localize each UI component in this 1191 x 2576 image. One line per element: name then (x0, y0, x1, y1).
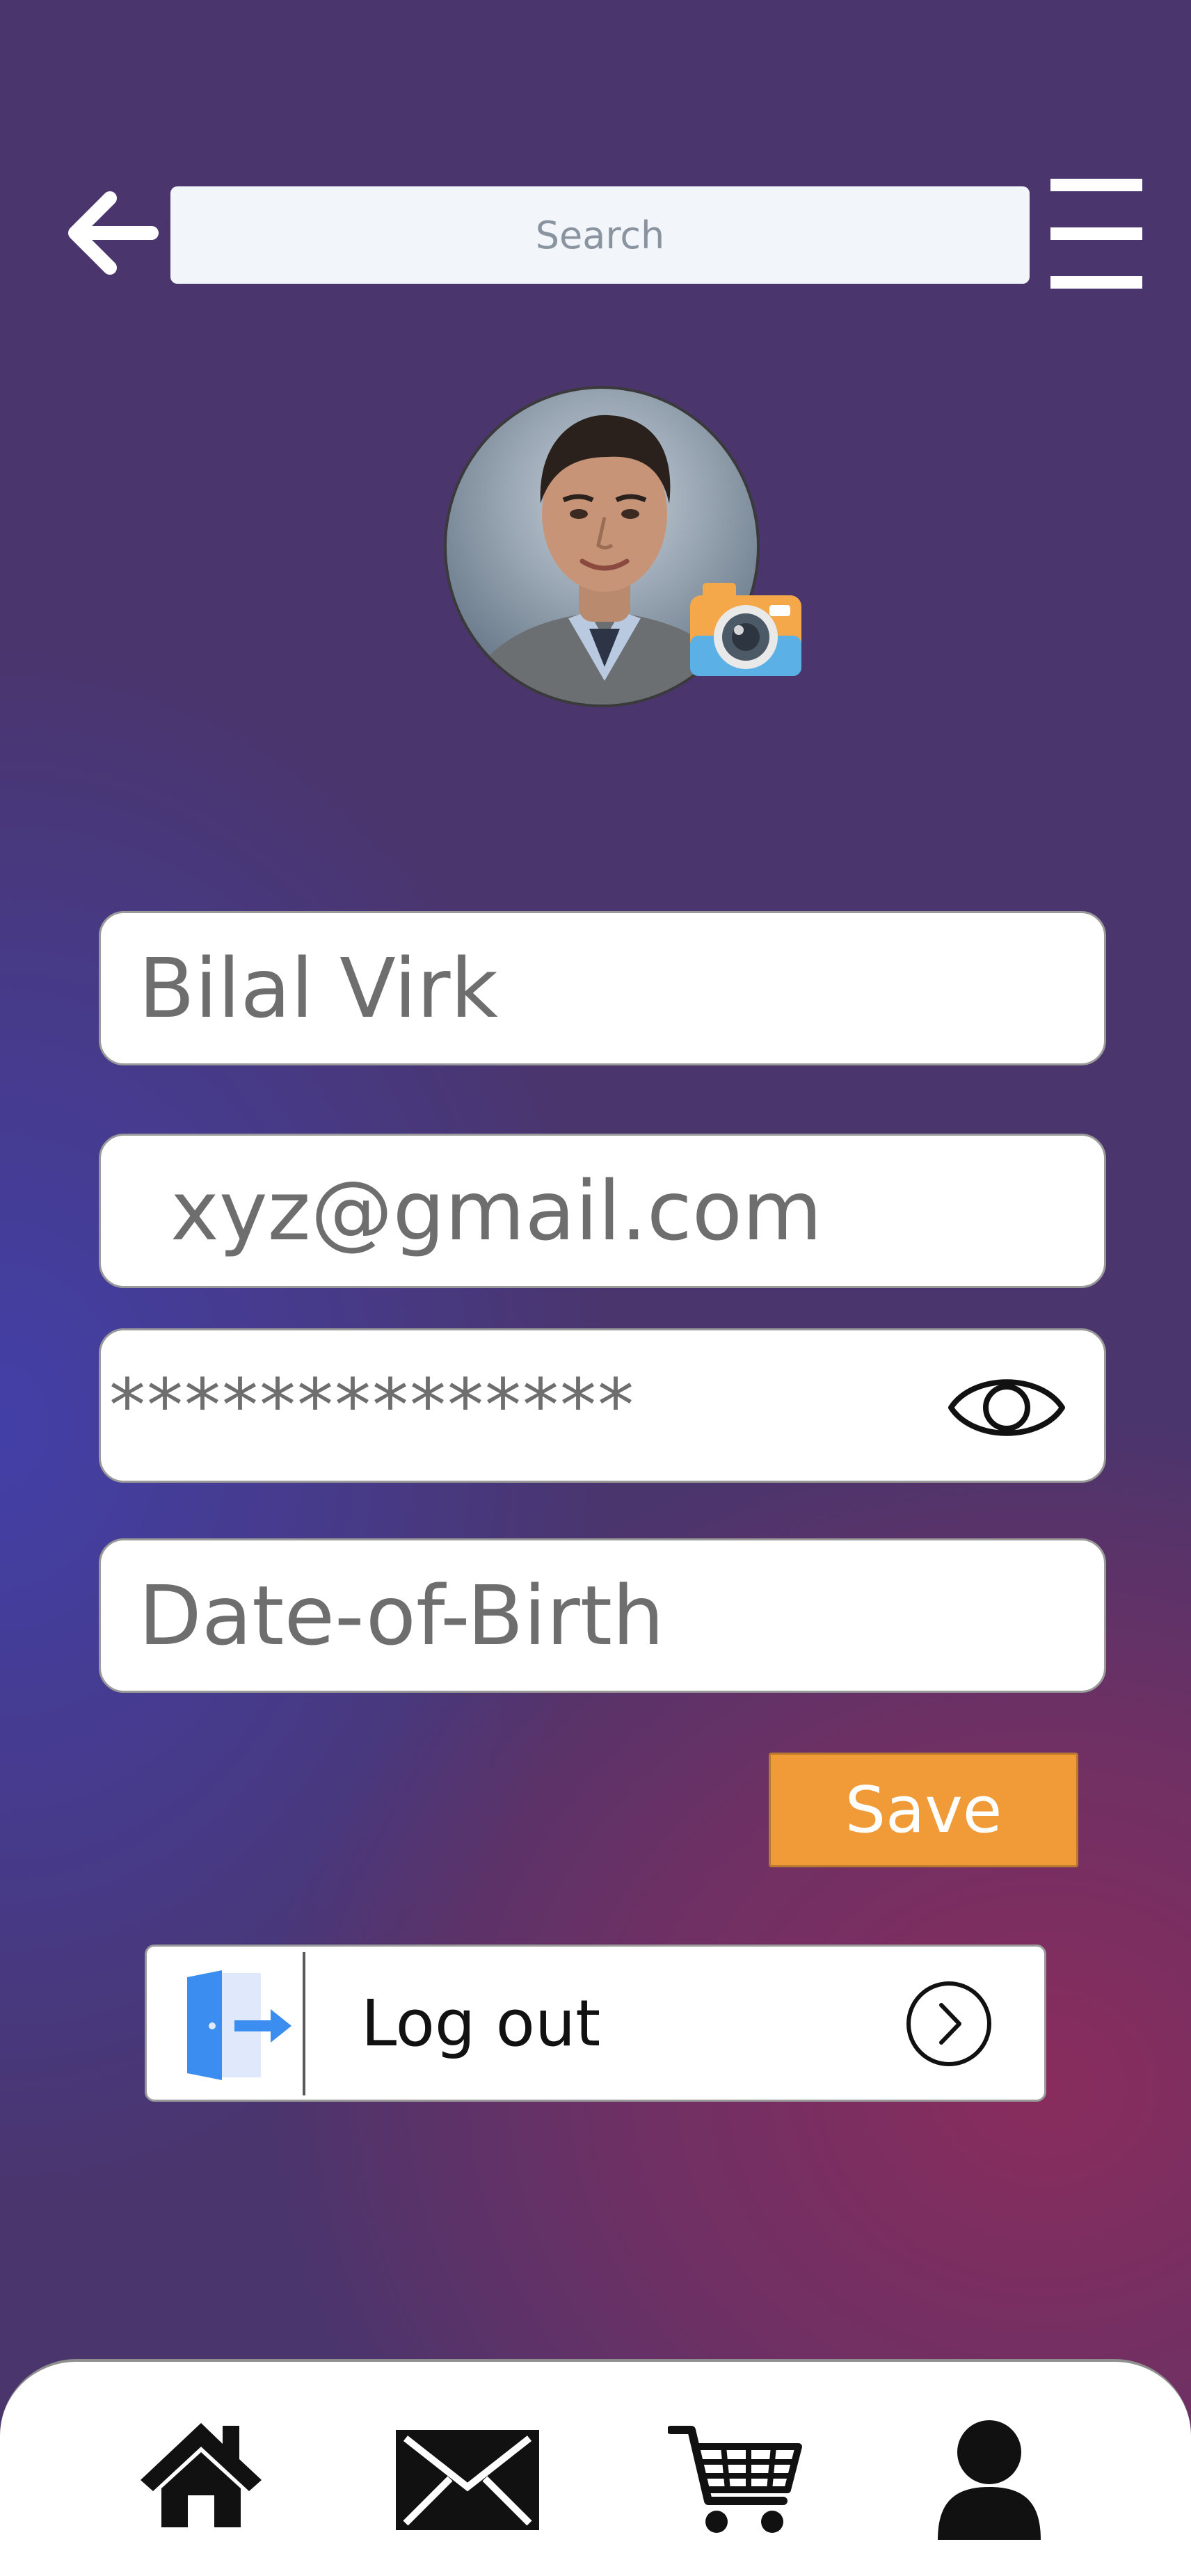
door-exit-icon (187, 1970, 291, 2080)
name-value: Bilal Virk (138, 940, 498, 1036)
password-field[interactable]: ************** (99, 1328, 1106, 1483)
nav-messages[interactable] (393, 2427, 542, 2533)
date-of-birth-placeholder: Date-of-Birth (138, 1568, 664, 1664)
nav-home[interactable] (136, 2417, 266, 2529)
mail-icon (396, 2430, 539, 2530)
email-field[interactable]: xyz@gmail.com (99, 1134, 1106, 1288)
chevron-right-circle-icon (906, 1981, 991, 2066)
back-button[interactable] (61, 188, 159, 278)
save-button-label: Save (845, 1773, 1002, 1847)
logout-label: Log out (361, 1986, 601, 2061)
logout-button[interactable]: Log out (145, 1945, 1046, 2102)
cart-icon (666, 2426, 802, 2533)
hamburger-menu-icon (1050, 179, 1142, 191)
home-icon (141, 2423, 262, 2527)
menu-icon-line (1050, 276, 1142, 289)
camera-icon (690, 583, 801, 676)
password-visibility-toggle[interactable] (945, 1367, 1068, 1449)
menu-button[interactable] (1050, 177, 1142, 289)
search-input[interactable] (170, 186, 1030, 284)
user-icon (938, 2420, 1041, 2540)
bottom-navigation (0, 2359, 1191, 2576)
date-of-birth-field[interactable]: Date-of-Birth (99, 1538, 1106, 1693)
arrow-left-icon (68, 191, 159, 275)
change-photo-button[interactable] (687, 576, 804, 679)
save-button[interactable]: Save (769, 1753, 1078, 1867)
email-value: xyz@gmail.com (170, 1163, 822, 1259)
name-field[interactable]: Bilal Virk (99, 911, 1106, 1065)
logout-divider (303, 1952, 305, 2095)
password-value: ************** (109, 1363, 635, 1448)
eye-icon (948, 1379, 1065, 1436)
nav-cart[interactable] (666, 2423, 803, 2537)
menu-icon-line (1050, 227, 1142, 240)
nav-profile[interactable] (935, 2417, 1044, 2543)
